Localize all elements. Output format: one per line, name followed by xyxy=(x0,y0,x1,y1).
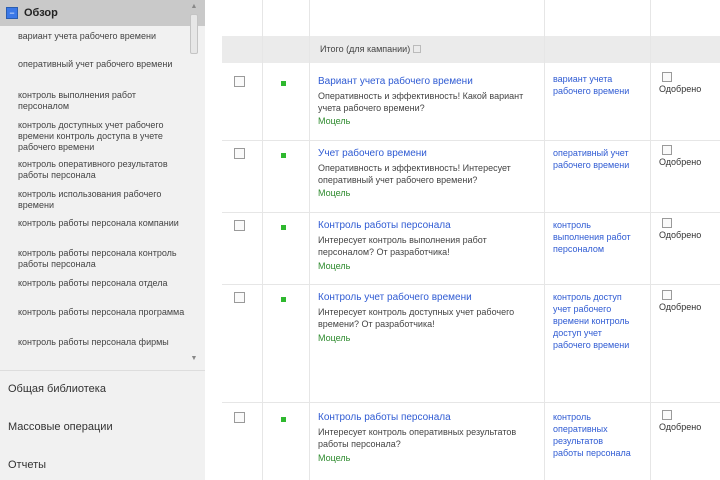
ad-title-link[interactable]: Контроль работы персонала xyxy=(318,220,451,231)
sidebar-header[interactable]: − Обзор xyxy=(0,0,205,26)
keyword-item[interactable]: контроль работы персонала фирмы xyxy=(18,337,186,348)
ad-text: Интересует контроль выполнения работ пер… xyxy=(318,235,487,257)
approval-status: Одобрено xyxy=(659,84,702,94)
row-checkbox[interactable] xyxy=(234,220,245,231)
row-divider xyxy=(222,212,720,213)
keyword-item[interactable]: вариант учета рабочего времени xyxy=(18,31,186,42)
keyword-link[interactable]: контроль доступ учет рабочего времени ко… xyxy=(553,291,635,351)
keyword-link[interactable]: контроль выполнения работ персоналом xyxy=(553,219,635,255)
status-checkbox[interactable] xyxy=(662,218,672,228)
row-checkbox[interactable] xyxy=(234,76,245,87)
column-divider xyxy=(262,0,263,480)
status-dot-icon xyxy=(281,153,286,158)
status-checkbox[interactable] xyxy=(662,72,672,82)
sidebar-title: Обзор xyxy=(24,7,58,19)
reports-link[interactable]: Отчеты xyxy=(8,459,46,471)
keyword-item[interactable]: оперативный учет рабочего времени xyxy=(18,59,186,70)
totals-label: Итого (для кампании) xyxy=(320,44,422,54)
column-divider xyxy=(544,0,545,480)
ad-display-url: Моцель xyxy=(318,188,351,198)
approval-status: Одобрено xyxy=(659,157,702,167)
keyword-item[interactable]: контроль использования рабочего времени xyxy=(18,189,186,211)
ad-display-url: Моцель xyxy=(318,333,351,343)
ad-text: Интересует контроль оперативных результа… xyxy=(318,427,517,449)
totals-row xyxy=(222,36,720,63)
scroll-down-arrow-icon[interactable]: ▼ xyxy=(188,354,200,364)
approval-status: Одобрено xyxy=(659,230,702,240)
keyword-link[interactable]: вариант учета рабочего времени xyxy=(553,73,635,97)
ad-display-url: Моцель xyxy=(318,261,351,271)
column-divider xyxy=(309,0,310,480)
ad-title-link[interactable]: Контроль учет рабочего времени xyxy=(318,292,472,303)
status-dot-icon xyxy=(281,81,286,86)
ad-text: Оперативность и эффективность! Интересуе… xyxy=(318,163,511,185)
ad-title-link[interactable]: Вариант учета рабочего времени xyxy=(318,76,473,87)
keyword-item[interactable]: контроль работы персонала компании xyxy=(18,218,186,229)
help-icon[interactable] xyxy=(413,45,422,53)
keyword-list: вариант учета рабочего времени оперативн… xyxy=(0,26,205,366)
keyword-item[interactable]: контроль работы персонала контроль работ… xyxy=(18,248,186,270)
ad-text: Оперативность и эффективность! Какой вар… xyxy=(318,91,524,113)
status-checkbox[interactable] xyxy=(662,290,672,300)
sidebar: − Обзор вариант учета рабочего времени о… xyxy=(0,0,205,480)
ad-title-link[interactable]: Учет рабочего времени xyxy=(318,148,427,159)
approval-status: Одобрено xyxy=(659,302,702,312)
shared-library-link[interactable]: Общая библиотека xyxy=(8,383,106,395)
scroll-thumb[interactable] xyxy=(190,14,198,54)
row-checkbox[interactable] xyxy=(234,148,245,159)
status-dot-icon xyxy=(281,417,286,422)
status-checkbox[interactable] xyxy=(662,145,672,155)
keyword-item[interactable]: контроль доступных учет рабочего времени… xyxy=(18,120,186,153)
keyword-item[interactable]: контроль выполнения работ персоналом xyxy=(18,90,186,112)
scroll-up-arrow-icon[interactable]: ▲ xyxy=(188,2,200,12)
sidebar-scrollbar[interactable]: ▲ ▼ xyxy=(188,2,200,364)
row-divider xyxy=(222,140,720,141)
collapse-toggle-icon[interactable]: − xyxy=(6,7,18,19)
keyword-link[interactable]: контроль оперативных результатов работы … xyxy=(553,411,635,459)
status-dot-icon xyxy=(281,297,286,302)
sidebar-divider xyxy=(0,370,205,371)
status-checkbox[interactable] xyxy=(662,410,672,420)
row-checkbox[interactable] xyxy=(234,412,245,423)
row-divider xyxy=(222,402,720,403)
status-dot-icon xyxy=(281,225,286,230)
ad-text: Интересует контроль доступных учет рабоч… xyxy=(318,307,515,329)
ad-display-url: Моцель xyxy=(318,453,351,463)
ad-title-link[interactable]: Контроль работы персонала xyxy=(318,412,451,423)
bulk-operations-link[interactable]: Массовые операции xyxy=(8,421,113,433)
row-divider xyxy=(222,284,720,285)
row-checkbox[interactable] xyxy=(234,292,245,303)
keyword-item[interactable]: контроль работы персонала программа xyxy=(18,307,186,318)
ad-display-url: Моцель xyxy=(318,116,351,126)
ads-table: Итого (для кампании) Вариант учета рабоч… xyxy=(222,0,720,480)
keyword-item[interactable]: контроль работы персонала отдела xyxy=(18,278,186,289)
keyword-link[interactable]: оперативный учет рабочего времени xyxy=(553,147,635,171)
approval-status: Одобрено xyxy=(659,422,702,432)
column-divider xyxy=(650,0,651,480)
keyword-item[interactable]: контроль оперативного результатов работы… xyxy=(18,159,186,181)
